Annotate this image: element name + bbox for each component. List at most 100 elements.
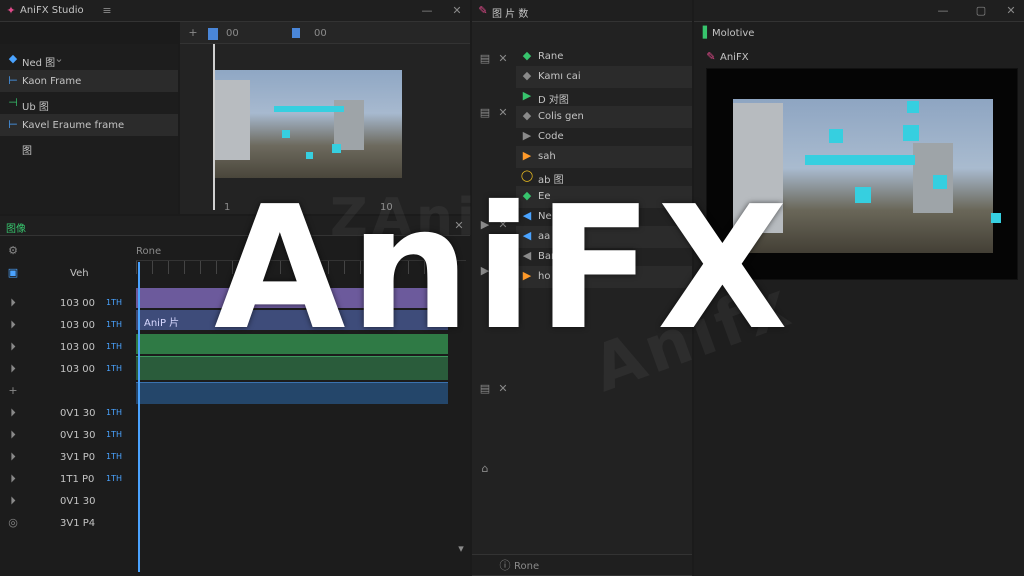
select-icon[interactable]: ▣ [6,266,20,280]
keyframe-icon: ⊣ [8,96,18,109]
track-row[interactable]: ⏵ 103 00 1TH [0,336,134,358]
keyframe-icon: ⊢ [8,74,18,87]
item-icon: ▶ [522,129,532,142]
keyframe-panel: ◆ Ned 图 ⌄ ⊢ Kaon Frame ⊣ Ub 图 ⊢ Kavel Er… [0,44,178,214]
track-badge: 1TH [106,320,122,329]
track-toggle-icon[interactable]: ⏵ [6,296,20,310]
track-badge: 1TH [106,298,122,307]
clip-label: AniP 片 [144,318,180,329]
folder-icon[interactable]: ▤ [478,382,492,396]
middle-list-item[interactable]: ◆ Rane [516,46,692,68]
middle-panel-title: 图 片 数 [492,9,529,20]
keyframe-icon: ⊢ [8,118,18,131]
item-label: sah [538,151,556,162]
close-icon[interactable]: ✕ [450,4,464,18]
track-row[interactable]: ⏵ 0V1 30 1TH [0,424,134,446]
track-time: 103 00 [60,298,95,309]
track-toggle-icon[interactable]: ⏵ [6,450,20,464]
keyframe-item[interactable]: 图 [0,136,178,158]
particle [829,129,843,143]
preview-image-small[interactable] [214,70,402,178]
item-icon: ◆ [522,49,532,62]
track-time: 3V1 P0 [60,452,96,463]
chevron-down-icon[interactable]: ⌄ [52,52,66,66]
brush-icon: ✎ [478,4,488,17]
timeline-ruler-label: Rone [136,246,162,257]
track-toggle-icon[interactable]: ⏵ [6,472,20,486]
particle [991,213,1001,223]
minimize-icon[interactable]: — [420,4,434,18]
track-label: Veh [70,268,89,279]
item-label: Rane [538,51,564,62]
keyframe-item[interactable]: ⊢ Kaon Frame [0,70,178,92]
settings-icon[interactable]: ⚙ [6,244,20,258]
cursor-icon[interactable]: + [186,26,200,40]
preview-label: AniFX [720,52,749,63]
close-icon[interactable]: ✕ [496,106,510,120]
item-icon: ▶ [522,89,532,102]
in-marker[interactable] [208,28,218,40]
track-toggle-icon[interactable]: ⏵ [6,318,20,332]
track-toggle-icon[interactable]: + [6,384,20,398]
track-row[interactable]: ⏵ 103 00 1TH [0,314,134,336]
track-toggle-icon[interactable]: ⏵ [6,340,20,354]
waveform-clip[interactable] [136,382,448,404]
preview-toolbar: + 00 00 [180,22,470,44]
home-icon[interactable]: ⌂ [478,462,492,476]
folder-icon[interactable]: ▤ [478,52,492,66]
track-row[interactable]: ⏵ 3V1 P0 1TH [0,446,134,468]
middle-list-item[interactable]: ▶ D 对图 [516,86,692,108]
cyan-frame [805,155,915,165]
diamond-icon: ◆ [8,52,18,65]
keyframe-header-row[interactable]: ◆ Ned 图 ⌄ [0,48,178,70]
item-label: D 对图 [538,95,569,106]
track-toggle-icon[interactable]: ⏵ [6,428,20,442]
info-icon[interactable]: ⓘ [498,559,512,573]
middle-list-item[interactable]: ◆ Colis gen [516,106,692,128]
close-icon[interactable]: ✕ [496,52,510,66]
track-toggle-icon[interactable]: ⏵ [6,494,20,508]
keyframe-item[interactable]: ⊣ Ub 图 [0,92,178,114]
track-row[interactable]: ◎ 3V1 P4 [0,512,134,534]
track-time: 0V1 30 [60,496,96,507]
close-icon[interactable]: ✕ [496,382,510,396]
menu-icon[interactable]: ≡ [100,4,114,18]
tab-time-left: 00 [226,28,239,39]
item-icon: ▶ [522,149,532,162]
out-marker[interactable] [292,28,300,38]
track-toggle-icon[interactable]: ◎ [6,516,20,530]
track-badge: 1TH [106,342,122,351]
particle [282,130,290,138]
close-icon[interactable]: ✕ [1004,4,1018,18]
middle-list-item[interactable]: ◆ Kamı cai [516,66,692,88]
particle [907,101,919,113]
track-time: 103 00 [60,320,95,331]
track-toggle-icon[interactable]: ⏵ [6,406,20,420]
track-row[interactable]: ⏵ 0V1 30 [0,490,134,512]
track-badge: 1TH [106,474,122,483]
track-badge: 1TH [106,408,122,417]
folder-icon[interactable]: ▤ [478,106,492,120]
track-row[interactable]: + [0,380,134,402]
cyan-frame [274,106,344,112]
track-row[interactable]: ⏵ 1T1 P0 1TH [0,468,134,490]
track-row[interactable]: ⏵ 103 00 1TH [0,358,134,380]
item-label: Kamı cai [538,71,581,82]
middle-list-item[interactable]: ▶ sah [516,146,692,168]
particle [855,187,871,203]
scroll-down-icon[interactable]: ▾ [454,542,468,556]
track-badge: 1TH [106,430,122,439]
item-icon: ◆ [522,69,532,82]
minimize-icon[interactable]: — [936,4,950,18]
track-badge: 1TH [106,364,122,373]
track-row[interactable]: ⏵ 103 00 1TH [0,292,134,314]
maximize-icon[interactable]: ▢ [974,4,988,18]
middle-list-item[interactable]: ▶ Code [516,126,692,148]
particle [332,144,341,153]
track-badge: 1TH [106,452,122,461]
track-toggle-icon[interactable]: ⏵ [6,362,20,376]
track-row[interactable]: ⏵ 0V1 30 1TH [0,402,134,424]
keyframe-item[interactable]: ⊢ Kavel Eraume frame [0,114,178,136]
right-panel-tab[interactable]: Molotive [712,28,754,39]
timeline-playhead[interactable] [138,262,140,572]
